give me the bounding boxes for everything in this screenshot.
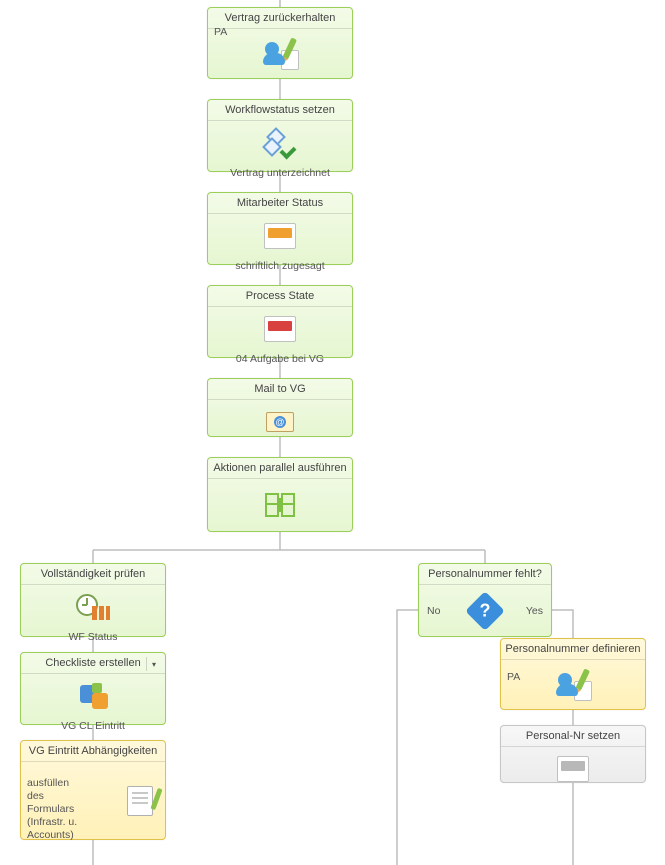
- node-process-state[interactable]: Process State 04 Aufgabe bei VG: [207, 285, 353, 358]
- node-vollstaendigkeit-pruefen[interactable]: Vollständigkeit prüfen WF Status: [20, 563, 166, 637]
- clock-status-icon: [76, 594, 110, 620]
- user-edit-icon: [556, 671, 590, 699]
- decision-yes-label: Yes: [526, 605, 543, 617]
- status-icon: [557, 756, 589, 782]
- node-vg-eintritt-abhaengigkeiten[interactable]: VG Eintritt Abhängigkeiten ausfüllen des…: [20, 740, 166, 840]
- node-personalnummer-definieren[interactable]: Personalnummer definieren PA: [500, 638, 646, 710]
- node-title: Process State: [208, 286, 352, 307]
- workflow-canvas: { "nodes": { "n1": { "title": "Vertrag z…: [0, 0, 665, 865]
- node-title: Checkliste erstellen: [45, 657, 140, 669]
- node-footer: Vertrag unterzeichnet: [208, 165, 352, 183]
- parallel-icon: [265, 493, 295, 517]
- node-footer: 04 Aufgabe bei VG: [208, 351, 352, 369]
- workflow-check-icon: [265, 130, 295, 156]
- question-icon: ?: [465, 591, 505, 631]
- node-title: Mitarbeiter Status: [208, 193, 352, 214]
- decision-no-label: No: [427, 605, 440, 617]
- node-title: Workflowstatus setzen: [208, 100, 352, 121]
- chevron-down-icon[interactable]: ▾: [146, 657, 161, 671]
- node-title: Aktionen parallel ausführen: [208, 458, 352, 479]
- node-title: VG Eintritt Abhängigkeiten: [21, 741, 165, 762]
- node-footer: schriftlich zugesagt: [208, 258, 352, 276]
- mail-icon: @: [266, 412, 294, 432]
- node-title: Vollständigkeit prüfen: [21, 564, 165, 585]
- user-edit-icon: [263, 40, 297, 68]
- node-personal-nr-setzen[interactable]: Personal-Nr setzen: [500, 725, 646, 783]
- node-title: Personalnummer definieren: [501, 639, 645, 660]
- status-icon: [264, 316, 296, 342]
- node-title: Personalnummer fehlt?: [419, 564, 551, 585]
- node-vertrag-zurueckerhalten[interactable]: Vertrag zurückerhalten PA: [207, 7, 353, 79]
- node-mail-to-vg[interactable]: Mail to VG @: [207, 378, 353, 437]
- form-edit-icon: [127, 786, 159, 816]
- node-checkliste-erstellen[interactable]: Checkliste erstellen ▾ VG CL Eintritt: [20, 652, 166, 725]
- checklist-icon: [78, 683, 108, 709]
- status-icon: [264, 223, 296, 249]
- node-title: Vertrag zurückerhalten: [208, 8, 352, 29]
- node-footer: VG CL Eintritt: [21, 718, 165, 736]
- node-footer: WF Status: [21, 629, 165, 647]
- node-title: Mail to VG: [208, 379, 352, 400]
- node-mitarbeiter-status[interactable]: Mitarbeiter Status schriftlich zugesagt: [207, 192, 353, 265]
- node-workflowstatus-setzen[interactable]: Workflowstatus setzen Vertrag unterzeich…: [207, 99, 353, 172]
- node-aktionen-parallel[interactable]: Aktionen parallel ausführen: [207, 457, 353, 532]
- node-personalnummer-fehlt[interactable]: Personalnummer fehlt? No ? Yes: [418, 563, 552, 637]
- node-title: Personal-Nr setzen: [501, 726, 645, 747]
